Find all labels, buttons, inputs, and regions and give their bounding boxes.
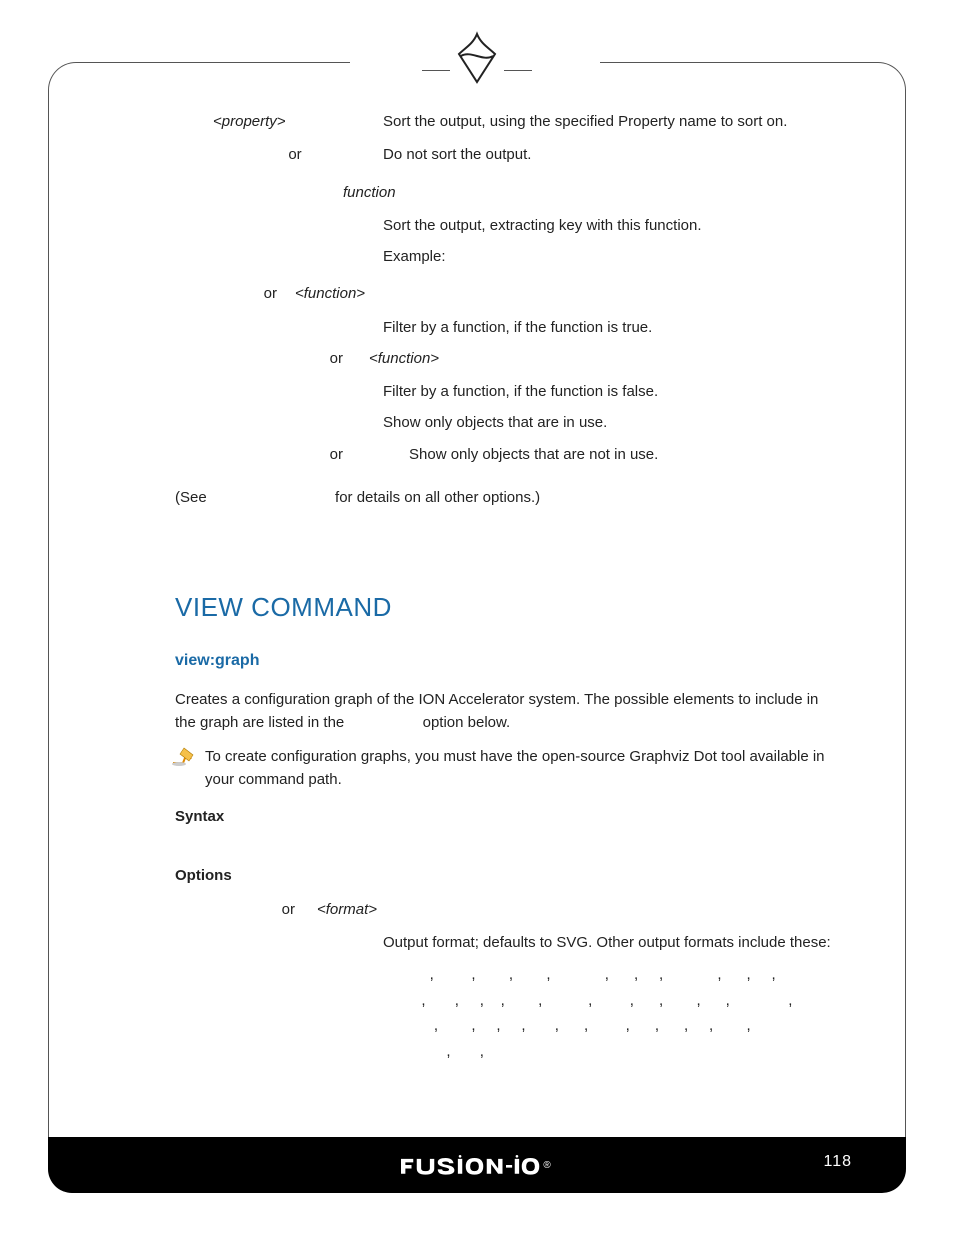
option-row-filter-true: or <function> — [213, 282, 834, 305]
option-or: or — [213, 143, 383, 166]
view-graph-paragraph: Creates a configuration graph of the ION… — [175, 688, 834, 735]
page-number: 118 — [823, 1153, 852, 1171]
section-heading-view-command: VIEW COMMAND — [175, 587, 834, 627]
see-post: for details on all other options.) — [335, 489, 540, 506]
option-desc: Sort the output, using the specified Pro… — [383, 110, 834, 133]
option-desc: Do not sort the output. — [383, 143, 834, 166]
option-function-label: function — [343, 181, 834, 204]
page: <property> Sort the output, using the sp… — [0, 0, 954, 1235]
option-or: or — [213, 347, 369, 370]
option-or: or — [213, 282, 295, 305]
option-or: or — [213, 443, 369, 466]
frame-notch-left — [422, 54, 450, 71]
option-or: or — [213, 898, 317, 921]
option-desc: Show only objects that are not in use. — [409, 443, 834, 466]
option-row-filter-false: or <function> — [213, 347, 834, 370]
note-block: To create configuration graphs, you must… — [175, 745, 834, 792]
footer-brand-logo: ® — [401, 1153, 552, 1177]
option-arg: <function> — [369, 347, 439, 370]
note-text: To create configuration graphs, you must… — [205, 748, 825, 788]
option-desc: Filter by a function, if the function is… — [383, 380, 834, 403]
option-function-desc2: Example: — [383, 245, 834, 268]
format-list: , , , , , , , , , , , , , , , , , , , , … — [413, 962, 834, 1064]
see-also-line: (See for details on all other options.) — [175, 486, 834, 509]
syntax-heading: Syntax — [175, 805, 834, 828]
note-icon — [171, 745, 197, 767]
option-row-or-nosort: or Do not sort the output. — [213, 143, 834, 166]
page-footer: ® 118 — [48, 1137, 906, 1193]
see-pre: (See — [175, 489, 207, 506]
view-para-b: option below. — [423, 714, 511, 731]
option-desc-format: Output format; defaults to SVG. Other ou… — [383, 931, 834, 954]
content-area: <property> Sort the output, using the sp… — [175, 110, 834, 1064]
option-row-not-in-use: or Show only objects that are not in use… — [213, 443, 834, 466]
options-heading: Options — [175, 864, 834, 887]
option-row-property: <property> Sort the output, using the sp… — [213, 110, 834, 133]
frame-notch-right — [504, 54, 532, 71]
option-desc-inuse: Show only objects that are in use. — [383, 411, 834, 434]
option-arg: <format> — [317, 898, 377, 921]
registered-mark: ® — [543, 1160, 552, 1171]
subsection-heading-view-graph: view:graph — [175, 649, 834, 674]
option-row-format: or <format> — [213, 898, 834, 921]
option-arg: <function> — [295, 282, 395, 305]
option-function-desc1: Sort the output, extracting key with thi… — [383, 214, 834, 237]
frame-top-gap — [350, 55, 600, 69]
option-label: <property> — [213, 110, 383, 133]
option-desc: Filter by a function, if the function is… — [383, 316, 834, 339]
